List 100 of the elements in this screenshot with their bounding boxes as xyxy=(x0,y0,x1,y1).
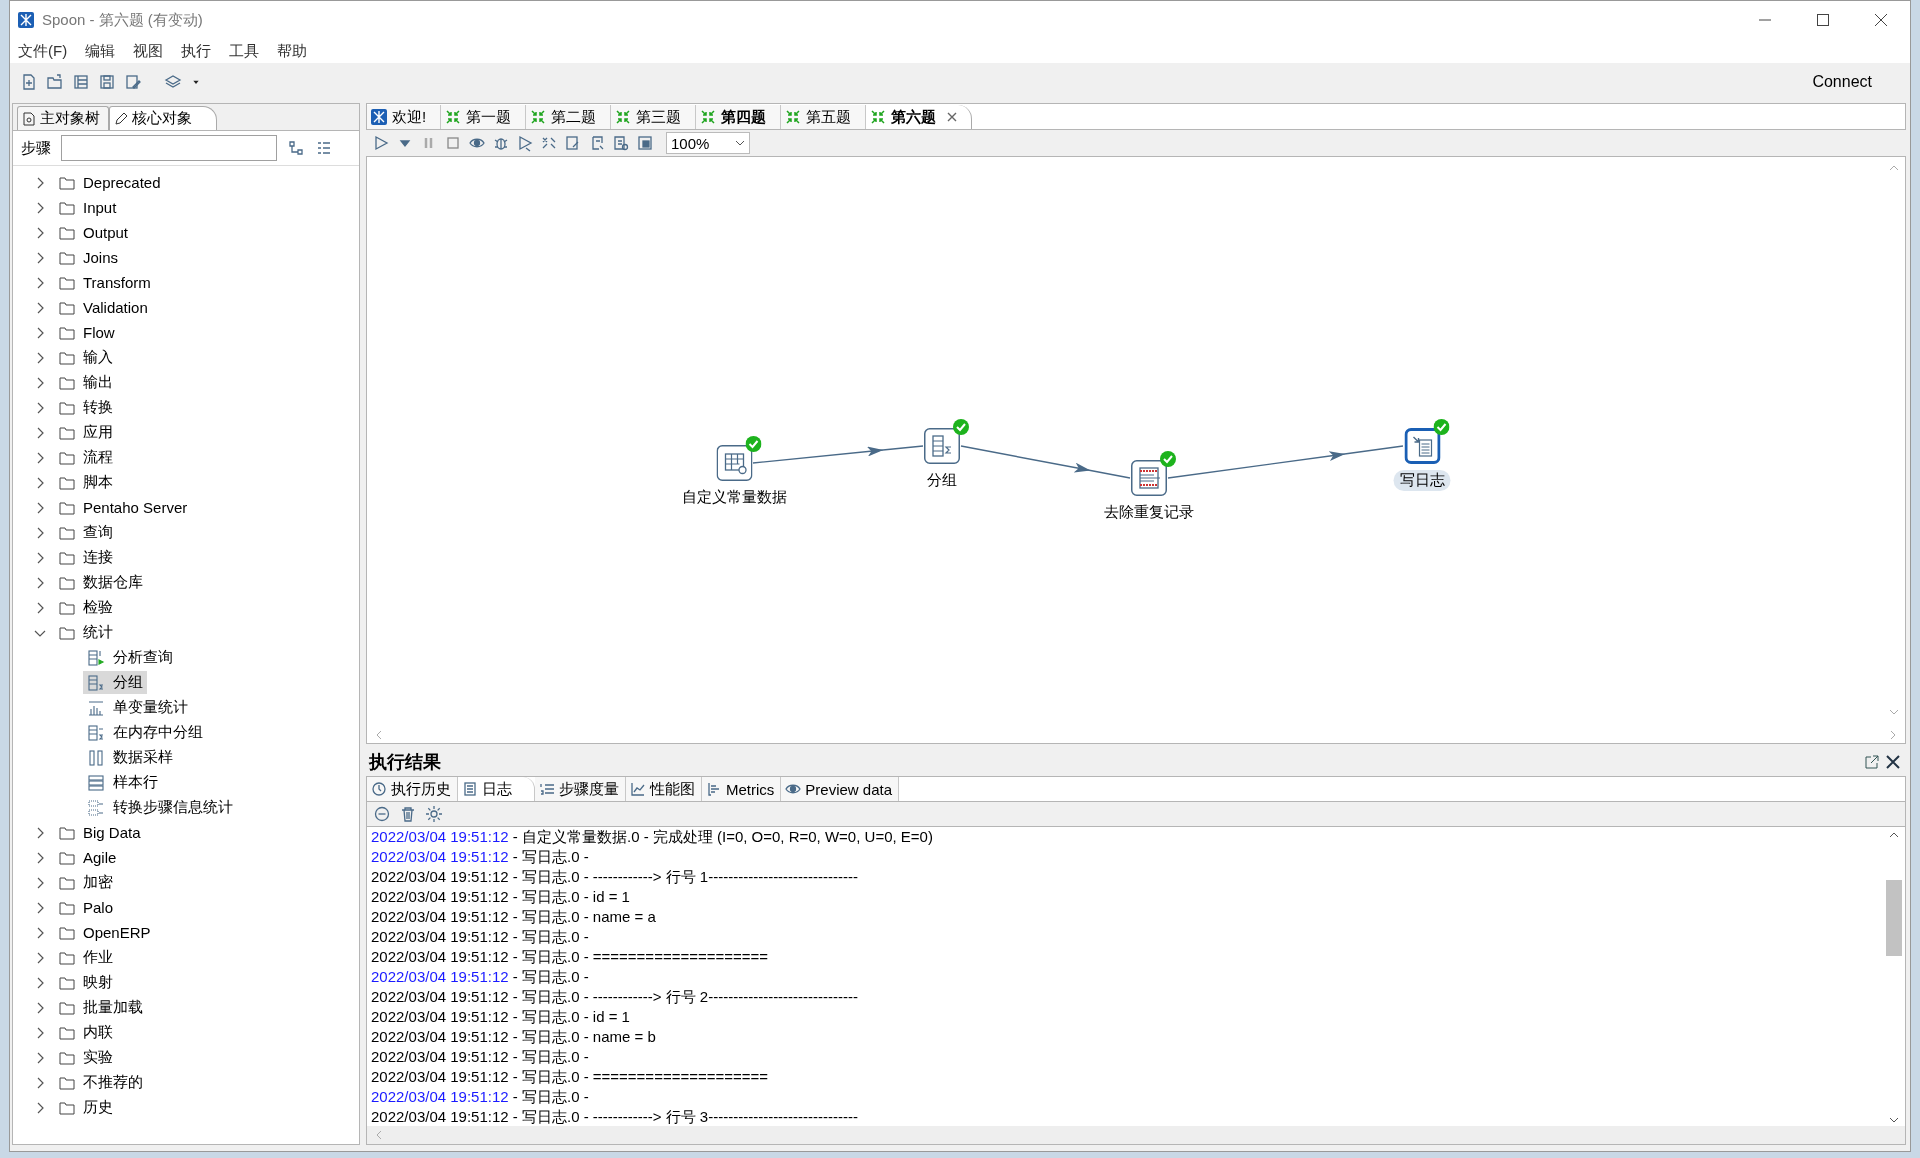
panel-title: 执行结果 xyxy=(369,751,442,774)
tree-item[interactable]: 统计 xyxy=(83,623,113,642)
menu-item[interactable]: 编辑 xyxy=(83,41,118,61)
menu-item[interactable]: 文件(F) xyxy=(16,41,70,61)
tree-item[interactable]: Validation xyxy=(83,299,148,316)
panel-tab[interactable]: 主对象树 xyxy=(17,106,109,130)
tree-item[interactable]: 映射 xyxy=(83,973,113,992)
tree-item[interactable]: 批量加载 xyxy=(83,998,143,1017)
search-field[interactable] xyxy=(61,135,277,161)
explore-icon[interactable] xyxy=(72,73,90,91)
save-icon[interactable] xyxy=(98,73,116,91)
tree-item[interactable]: 流程 xyxy=(83,448,113,467)
transformation-icon xyxy=(700,109,717,125)
scrollbar-thumb[interactable] xyxy=(1886,879,1902,956)
tree-item[interactable]: 单变量统计 xyxy=(83,696,192,719)
tree-item[interactable]: Joins xyxy=(83,249,119,266)
editor-tab[interactable]: 第二题 xyxy=(526,105,612,129)
step-node[interactable] xyxy=(1131,460,1167,496)
popout-icon[interactable] xyxy=(1864,754,1880,770)
scroll-up-icon[interactable] xyxy=(1889,831,1899,839)
tree-item[interactable]: 历史 xyxy=(83,1098,113,1117)
folder-icon xyxy=(59,325,75,340)
result-tab[interactable]: 执行历史 xyxy=(367,777,458,801)
folder-icon xyxy=(59,1100,75,1115)
grid-icon[interactable] xyxy=(636,134,654,152)
tree-item[interactable]: 实验 xyxy=(83,1048,113,1067)
folder-icon xyxy=(59,975,75,990)
editor-tab[interactable]: 第五题 xyxy=(781,105,867,129)
tree-item[interactable]: Deprecated xyxy=(83,174,161,191)
result-tab[interactable]: 性能图 xyxy=(626,777,702,801)
tree-item[interactable]: 查询 xyxy=(83,523,113,542)
log-line: 2022/03/04 19:51:12 - 写日志.0 - xyxy=(371,1047,590,1067)
tree-item[interactable]: 样本行 xyxy=(83,771,162,794)
folder-icon xyxy=(59,275,75,290)
result-tab[interactable]: Preview data xyxy=(781,777,900,801)
tree-item[interactable]: Flow xyxy=(83,324,115,341)
step-icon xyxy=(87,648,105,667)
replay-icon[interactable] xyxy=(516,134,534,152)
collapse-list-icon[interactable] xyxy=(315,139,333,157)
close-icon[interactable] xyxy=(1886,755,1900,769)
tree-item[interactable]: 分析查询 xyxy=(83,646,177,669)
tree-item[interactable]: 在内存中分组 xyxy=(83,721,207,744)
maximize-icon[interactable] xyxy=(1817,14,1829,26)
result-tab[interactable]: Metrics xyxy=(702,777,782,801)
menu-item[interactable]: 执行 xyxy=(179,41,214,61)
tree-item[interactable]: 检验 xyxy=(83,598,113,617)
tree-item[interactable]: 输入 xyxy=(83,348,113,367)
expand-tree-icon[interactable] xyxy=(287,139,305,157)
tree-item[interactable]: Input xyxy=(83,199,117,216)
log-line: 2022/03/04 19:51:12 - 写日志.0 - xyxy=(371,1087,590,1107)
folder-icon xyxy=(59,825,75,840)
tree-item[interactable]: Big Data xyxy=(83,824,141,841)
trash-icon[interactable] xyxy=(399,805,417,823)
check-icon xyxy=(1160,451,1176,467)
tree-item[interactable]: 加密 xyxy=(83,873,113,892)
tree-item[interactable]: 作业 xyxy=(83,948,113,967)
tree-item[interactable]: 分组 xyxy=(83,671,147,694)
step-node[interactable] xyxy=(924,428,960,464)
tree-item[interactable]: OpenERP xyxy=(83,924,151,941)
tree-item[interactable]: 应用 xyxy=(83,423,113,442)
tree-item[interactable]: 转换 xyxy=(83,398,113,417)
tree-item[interactable]: Output xyxy=(83,224,129,241)
folder-icon xyxy=(59,500,75,515)
tree-item[interactable]: 输出 xyxy=(83,373,113,392)
menu-item[interactable]: 帮助 xyxy=(275,41,310,61)
tree-item[interactable]: 数据仓库 xyxy=(83,573,143,592)
result-tab[interactable]: 步骤度量 xyxy=(535,777,626,801)
tree-item[interactable]: 内联 xyxy=(83,1023,113,1042)
clear-icon[interactable] xyxy=(373,805,391,823)
tree-item[interactable]: Pentaho Server xyxy=(83,499,188,516)
menu-item[interactable]: 工具 xyxy=(227,41,262,61)
tree-item[interactable]: 脚本 xyxy=(83,473,113,492)
close-icon[interactable] xyxy=(1875,14,1887,26)
open-folder-icon[interactable] xyxy=(46,73,64,91)
explore-db-icon[interactable] xyxy=(612,134,630,152)
editor-tab[interactable]: 第三题 xyxy=(611,105,697,129)
step-node[interactable] xyxy=(1404,428,1440,464)
save-as-icon[interactable] xyxy=(124,73,142,91)
step-node[interactable] xyxy=(716,445,752,481)
close-icon[interactable] xyxy=(947,112,958,122)
editor-tab[interactable]: 欢迎! xyxy=(367,105,442,129)
tree-item[interactable]: 数据采样 xyxy=(83,746,177,769)
tree-item[interactable]: Transform xyxy=(83,274,151,291)
tree-item[interactable]: 连接 xyxy=(83,548,113,567)
new-file-icon[interactable] xyxy=(20,73,38,91)
connect-button[interactable]: Connect xyxy=(1806,72,1878,92)
settings-icon[interactable] xyxy=(425,805,443,823)
editor-tab[interactable]: 第四题 xyxy=(696,105,782,129)
tree-item[interactable]: Agile xyxy=(83,849,117,866)
zoom-dropdown[interactable]: 100% xyxy=(666,132,750,154)
menu-item[interactable]: 视图 xyxy=(131,41,166,61)
tree-item[interactable]: 转换步骤信息统计 xyxy=(83,796,237,819)
log-line: 2022/03/04 19:51:12 - 写日志.0 - ------------> 行号 2------------------------------ xyxy=(371,987,860,1007)
scroll-down-icon[interactable] xyxy=(1889,1116,1899,1124)
run-icon[interactable] xyxy=(372,134,390,152)
editor-tab[interactable]: 第一题 xyxy=(441,105,527,129)
tree-item[interactable]: 不推荐的 xyxy=(83,1073,143,1092)
tree-item[interactable]: Palo xyxy=(83,899,114,916)
panel-tab[interactable]: 核心对象 xyxy=(109,106,217,130)
log-line: 2022/03/04 19:51:12 - 写日志.0 - ------------> 行号 3------------------------------ xyxy=(371,1107,860,1126)
